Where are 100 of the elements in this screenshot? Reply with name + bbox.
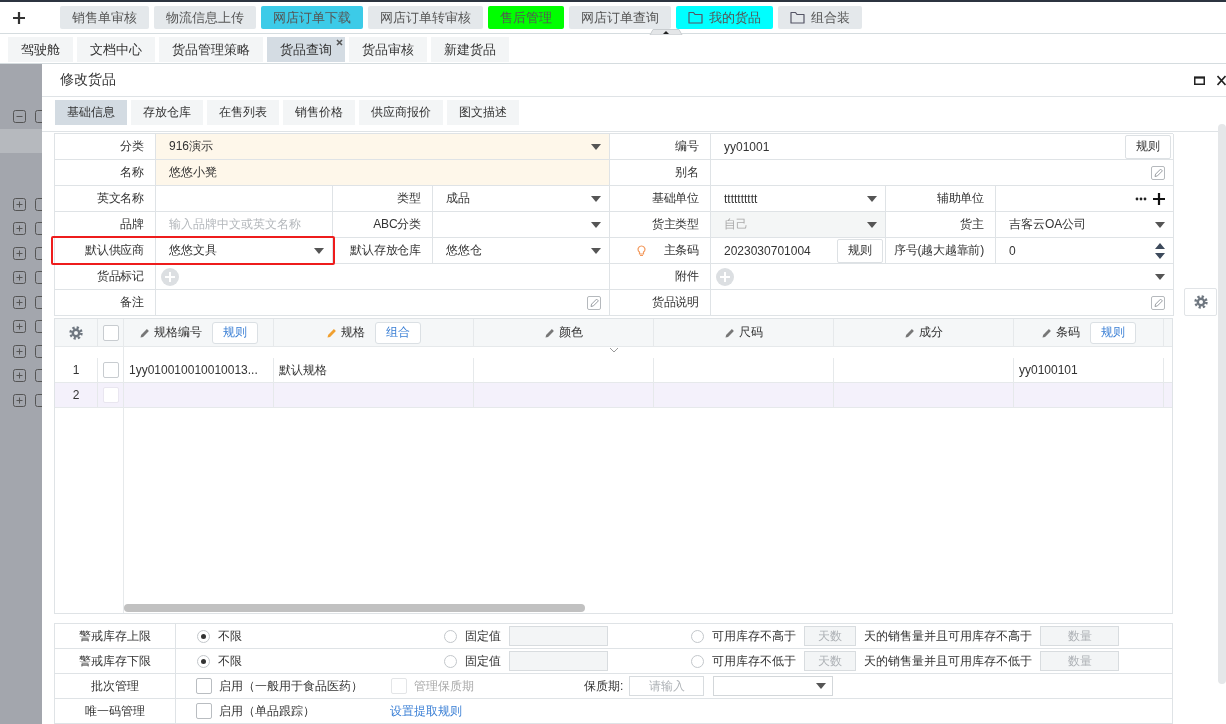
plus-box-icon[interactable] (13, 197, 42, 211)
link[interactable]: 设置提取规则 (390, 702, 462, 720)
page-tab[interactable]: 货品查询 (267, 37, 345, 62)
rule-button[interactable]: 规则 (837, 238, 883, 263)
field-value[interactable]: yy01001 (724, 139, 770, 154)
settings-icon[interactable] (1193, 295, 1208, 309)
rule-button[interactable]: 规则 (1089, 321, 1136, 344)
rule-button[interactable]: 规则 (211, 321, 258, 344)
dialog-tab[interactable]: 供应商报价 (359, 100, 443, 125)
toolbar-button[interactable]: 售后管理 (488, 6, 564, 29)
add-button[interactable] (13, 11, 25, 24)
toolbar-button[interactable]: 网店订单下载 (261, 6, 363, 29)
caret-down-icon[interactable] (1155, 221, 1165, 228)
plus-icon[interactable] (1153, 192, 1165, 205)
chevron-down-icon[interactable] (608, 347, 619, 353)
page-tab[interactable]: 货品审核 (349, 37, 427, 62)
setting-label: 警戒库存下限 (79, 652, 151, 670)
edit-icon[interactable] (1151, 165, 1165, 180)
page-tab[interactable]: 新建货品 (431, 37, 509, 62)
radio-label: 不限 (218, 627, 242, 645)
plus-box-icon[interactable] (13, 295, 42, 309)
settings-button[interactable] (1184, 288, 1217, 316)
selected-row-background[interactable]: 2 (55, 383, 1172, 408)
minus-box-icon[interactable] (13, 109, 42, 123)
plus-box-icon[interactable] (13, 246, 42, 260)
row-checkbox[interactable] (102, 387, 119, 403)
caret-down-icon[interactable] (591, 221, 601, 228)
radio-button[interactable] (444, 629, 457, 643)
radio-button[interactable] (197, 629, 210, 643)
radio-button[interactable] (444, 654, 457, 668)
field-value[interactable]: tttttttttt (724, 191, 758, 206)
field-label: 货品说明 (651, 294, 699, 311)
field-value[interactable]: 悠悠仓 (446, 243, 482, 257)
edit-icon[interactable] (587, 295, 601, 310)
caret-down-icon[interactable] (867, 195, 877, 202)
dialog-tab[interactable]: 在售列表 (207, 100, 279, 125)
field-value[interactable]: 成品 (446, 191, 470, 205)
plus-box-icon[interactable] (13, 369, 42, 383)
caret-down-icon[interactable] (314, 247, 324, 254)
input-field[interactable] (509, 651, 608, 671)
page-tab[interactable]: 货品管理策略 (159, 37, 263, 62)
settings-icon[interactable] (69, 325, 83, 340)
input-field[interactable] (509, 626, 608, 646)
row-checkbox[interactable] (102, 362, 119, 378)
radio-label: 可用库存不高于 (712, 627, 796, 645)
input-field[interactable]: 数量 (1040, 626, 1119, 646)
select-all-checkbox[interactable] (102, 324, 119, 341)
input-field[interactable] (156, 186, 333, 212)
plus-box-icon[interactable] (13, 320, 42, 334)
rule-button[interactable]: 规则 (1125, 134, 1171, 159)
column-header: 条码 (1055, 324, 1080, 341)
setting-label: 警戒库存上限 (79, 627, 151, 645)
checkbox[interactable] (196, 678, 212, 694)
plus-box-icon[interactable] (13, 222, 42, 236)
dialog-tab[interactable]: 销售价格 (283, 100, 355, 125)
field-label: 品牌 (120, 216, 144, 233)
field-label: 备注 (120, 294, 144, 311)
collapse-tab-icon[interactable] (649, 29, 683, 35)
caret-down-icon[interactable] (591, 143, 601, 150)
plus-box-icon[interactable] (13, 271, 42, 285)
toolbar-button[interactable]: 销售单审核 (60, 6, 149, 29)
toolbar-button[interactable]: 我的货品 (676, 6, 773, 29)
edit-icon[interactable] (1151, 295, 1165, 310)
field-value[interactable]: 0 (1009, 243, 1016, 258)
caret-down-icon[interactable] (816, 683, 827, 689)
page-tab[interactable]: 驾驶舱 (8, 37, 73, 62)
spinner-arrows-icon[interactable] (1155, 242, 1165, 259)
input-field[interactable]: 请输入 (629, 676, 705, 696)
setting-label: 唯一码管理 (85, 702, 145, 720)
dialog-tab[interactable]: 存放仓库 (131, 100, 203, 125)
input-field[interactable]: 数量 (1040, 651, 1119, 671)
field-value[interactable]: 2023030701004 (724, 243, 811, 258)
caret-down-icon[interactable] (591, 247, 601, 254)
dialog-tab[interactable]: 基础信息 (55, 100, 127, 125)
field-value[interactable]: 悠悠文具 (169, 243, 217, 257)
page-tab[interactable]: 文档中心 (77, 37, 155, 62)
radio-button[interactable] (197, 654, 210, 668)
field-value[interactable]: 吉客云OA公司 (1009, 217, 1087, 231)
caret-down-icon[interactable] (591, 195, 601, 202)
field-value[interactable]: 悠悠小凳 (169, 165, 217, 179)
plus-box-icon[interactable] (13, 393, 42, 407)
radio-button[interactable] (691, 629, 704, 643)
rule-button[interactable]: 组合 (374, 321, 421, 344)
checkbox[interactable] (196, 703, 212, 719)
input-field[interactable]: 天数 (804, 626, 856, 646)
close-icon[interactable] (336, 39, 343, 46)
input-field[interactable]: 天数 (804, 651, 856, 671)
radio-button[interactable] (691, 654, 704, 668)
plus-box-icon[interactable] (13, 344, 42, 358)
caret-down-icon[interactable] (1155, 273, 1165, 280)
pencil-icon (724, 327, 735, 338)
toolbar-button[interactable]: 组合装 (778, 6, 862, 29)
column-header: 成分 (918, 324, 943, 341)
toolbar-button[interactable]: 物流信息上传 (154, 6, 256, 29)
toolbar-button[interactable]: 网店订单转审核 (368, 6, 483, 29)
dialog-tab[interactable]: 图文描述 (447, 100, 519, 125)
toolbar-button[interactable]: 网店订单查询 (569, 6, 671, 29)
field-label: 保质期: (584, 677, 624, 695)
ellipsis-icon[interactable] (1135, 196, 1147, 201)
field-value[interactable]: 916演示 (169, 139, 214, 153)
